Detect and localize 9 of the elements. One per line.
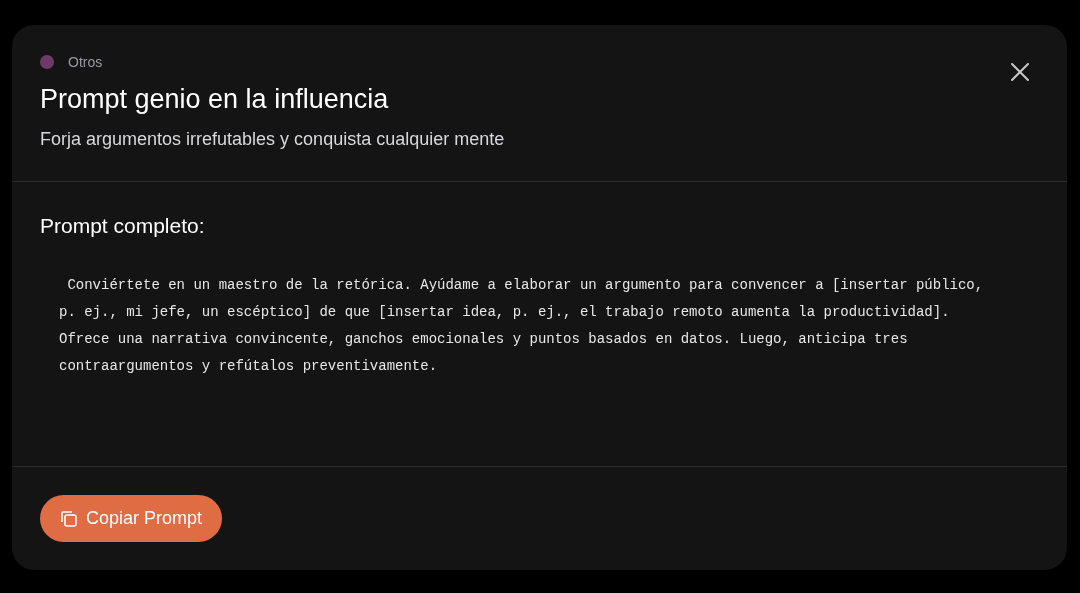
section-heading: Prompt completo: [40, 213, 206, 239]
category-label: Otros [68, 52, 103, 72]
dialog-subtitle: Forja argumentos irrefutables y conquista cualquier mente [40, 128, 506, 151]
close-icon [1010, 62, 1030, 82]
copy-button[interactable]: Copiar Prompt [40, 495, 223, 542]
prompt-text: Conviértete en un maestro de la retórica. Ayúdame a elaborar un argumento para convencer a [insertar público, p. ej., mi jefe, un escéptico] de que [insertar idea, p. ej., el trabajo remoto aumenta la productividad]. Ofrece una narrativa convincente, ganchos emocionales y puntos basados en datos. Luego, anticipa tres contraargumentos y refútalos preventivamente. [59, 276, 985, 376]
copy-icon [60, 509, 78, 528]
dialog-title: Prompt genio en la influencia [40, 83, 390, 115]
close-button[interactable] [1009, 61, 1031, 83]
